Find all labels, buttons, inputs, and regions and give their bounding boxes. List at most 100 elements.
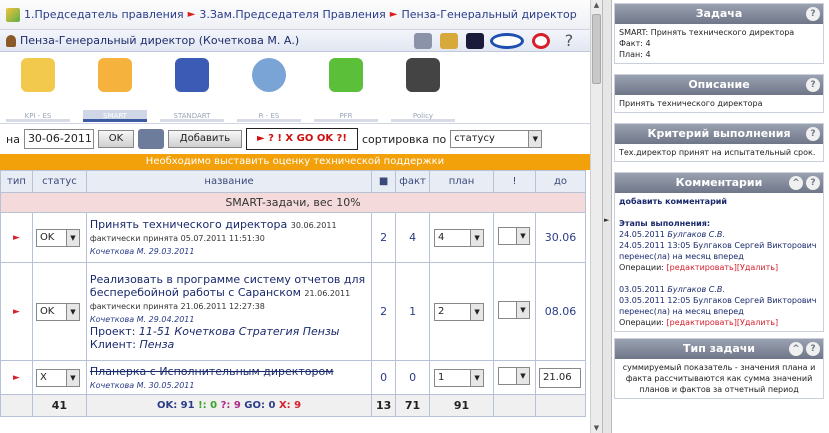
col-flag[interactable]: ! — [493, 170, 536, 193]
breadcrumb-item[interactable]: 1.Председатель правления — [24, 8, 184, 21]
broom-icon[interactable] — [440, 33, 458, 49]
task-title[interactable]: Принять технического директора — [90, 218, 287, 231]
task-type-body: суммируемый показатель - значения плана … — [622, 363, 816, 394]
collapse-icon[interactable]: ^ — [789, 342, 803, 356]
printer-icon[interactable] — [137, 129, 164, 149]
app-logo-icon — [6, 7, 20, 22]
tab-kpi[interactable]: KPI - ES — [0, 52, 77, 124]
status-cell: OK ▼ — [31, 212, 87, 263]
module-tabs: KPI - ES SMART STANDART R - ES PFR Polic… — [0, 52, 590, 124]
sort-label: сортировка по — [361, 132, 447, 146]
collapse-arrow-icon[interactable]: ► — [604, 216, 609, 224]
comments-box: Комментарии ^? добавить комментарий Этапы… — [614, 172, 824, 332]
sort-select[interactable]: статусу ▼ — [450, 130, 543, 148]
task-type-header: Тип задачи ^? — [615, 339, 823, 359]
project-link[interactable]: 11-51 Кочеткова Стратегия Пензы — [139, 325, 340, 338]
total-plan: 91 — [429, 394, 494, 417]
comments-count[interactable]: 2 — [371, 262, 397, 361]
collapse-icon[interactable]: ^ — [789, 176, 803, 190]
due-value: 30.06 — [534, 212, 587, 263]
flag-cell: ▼ — [493, 262, 536, 361]
pane-splitter[interactable]: ► — [602, 0, 612, 433]
breadcrumb-item[interactable]: 3.Зам.Председателя Правления — [199, 8, 385, 21]
play-icon[interactable]: ► — [0, 212, 33, 263]
page-title: Пенза-Генеральный директор (Кочеткова М.… — [20, 34, 300, 47]
play-icon[interactable]: ► — [0, 360, 33, 395]
task-type-box: Тип задачи ^? суммируемый показатель - зн… — [614, 338, 824, 399]
ok-button[interactable]: OK — [97, 130, 134, 148]
arrow-right-icon: ► — [389, 9, 398, 20]
target-icon[interactable] — [532, 33, 550, 49]
printer-icon[interactable] — [414, 33, 432, 49]
col-name[interactable]: название — [85, 170, 373, 193]
plan-select[interactable]: 2 ▼ — [434, 302, 485, 321]
comment-icon: ■ — [378, 176, 389, 187]
comments-count[interactable]: 2 — [371, 212, 397, 263]
comments-box-body: добавить комментарий Этапы выполнения: 2… — [619, 197, 817, 327]
delete-link[interactable]: [Удалить] — [737, 263, 778, 272]
arrow-right-icon: ► — [187, 9, 196, 20]
page-title-bar: Пенза-Генеральный директор (Кочеткова М.… — [0, 30, 590, 52]
due-cell: 21.06 — [534, 360, 587, 395]
total-fact: 71 — [395, 394, 431, 417]
edit-link[interactable]: [редактировать] — [667, 318, 737, 327]
stages-label: Этапы выполнения: — [619, 219, 711, 228]
task-title[interactable]: Планерка с Исполнительным директором — [90, 365, 334, 378]
screen-icon[interactable] — [466, 33, 484, 49]
tab-res[interactable]: R - ES — [231, 52, 308, 124]
chevron-down-icon: ▼ — [516, 302, 529, 318]
scroll-down-icon[interactable]: ▼ — [592, 423, 601, 433]
status-select[interactable]: OK ▼ — [35, 302, 80, 321]
chevron-down-icon: ▼ — [516, 368, 529, 384]
comments-box-header: Комментарии ^? — [615, 173, 823, 193]
col-fact[interactable]: факт — [395, 170, 431, 193]
flag-select[interactable]: ▼ — [498, 367, 530, 385]
criterion-box-body: Тех.директор принят на испытательный сро… — [619, 148, 816, 157]
help-icon[interactable]: ? — [806, 342, 820, 356]
eye-icon[interactable] — [490, 33, 524, 49]
status-select[interactable]: X ▼ — [35, 368, 80, 387]
tab-smart[interactable]: SMART — [77, 52, 154, 124]
help-icon[interactable]: ? — [806, 7, 820, 21]
total-comments: 13 — [371, 394, 397, 417]
status-select[interactable]: OK ▼ — [35, 228, 80, 247]
help-icon[interactable]: ? — [560, 33, 578, 49]
comments-count[interactable]: 0 — [371, 360, 397, 395]
help-icon[interactable]: ? — [806, 176, 820, 190]
person-icon — [6, 34, 16, 47]
tab-pfr[interactable]: PFR — [308, 52, 385, 124]
breadcrumb-item[interactable]: Пенза-Генеральный директор — [401, 8, 576, 21]
tab-standart[interactable]: STANDART — [154, 52, 231, 124]
add-comment-link[interactable]: добавить комментарий — [619, 197, 727, 206]
flag-select[interactable]: ▼ — [498, 227, 530, 245]
due-input[interactable]: 21.06 — [538, 367, 581, 388]
play-icon[interactable]: ► — [0, 262, 33, 361]
col-due[interactable]: до — [534, 170, 587, 193]
col-type[interactable]: тип — [0, 170, 33, 193]
info-panel: Задача? SMART: Принять технического дире… — [612, 0, 829, 433]
plan-select[interactable]: 4 ▼ — [434, 228, 485, 247]
delete-link[interactable]: [Удалить] — [737, 318, 778, 327]
vertical-scrollbar[interactable]: ▲ ▼ — [590, 0, 602, 433]
flag-select[interactable]: ▼ — [498, 301, 530, 319]
client-link[interactable]: Пенза — [139, 338, 174, 351]
help-icon[interactable]: ? — [806, 127, 820, 141]
scroll-thumb[interactable] — [592, 14, 601, 84]
main-pane: 1.Председатель правления ► 3.Зам.Председ… — [0, 0, 590, 433]
col-plan[interactable]: план — [429, 170, 494, 193]
plan-select[interactable]: 1 ▼ — [434, 368, 485, 387]
breadcrumb: 1.Председатель правления ► 3.Зам.Председ… — [0, 0, 590, 30]
status-stats: OK: 91 !: 0 ?: 9 GO: 0 X: 9 — [85, 394, 373, 417]
status-filter[interactable]: ► ? ! X GO OK ?! — [245, 128, 358, 150]
tab-policy[interactable]: Policy — [385, 52, 462, 124]
col-status[interactable]: статус — [31, 170, 87, 193]
edit-link[interactable]: [редактировать] — [667, 263, 737, 272]
col-comments[interactable]: ■ — [371, 170, 397, 193]
table-row: ► OK ▼ Принять технического директора 30.… — [0, 212, 587, 263]
add-button[interactable]: Добавить — [167, 130, 242, 148]
goal-icon — [175, 58, 209, 92]
help-icon[interactable]: ? — [806, 78, 820, 92]
scroll-up-icon[interactable]: ▲ — [592, 0, 601, 10]
name-cell: Реализовать в программе систему отчетов … — [85, 262, 373, 361]
date-input[interactable]: 30-06-2011 — [23, 129, 94, 149]
